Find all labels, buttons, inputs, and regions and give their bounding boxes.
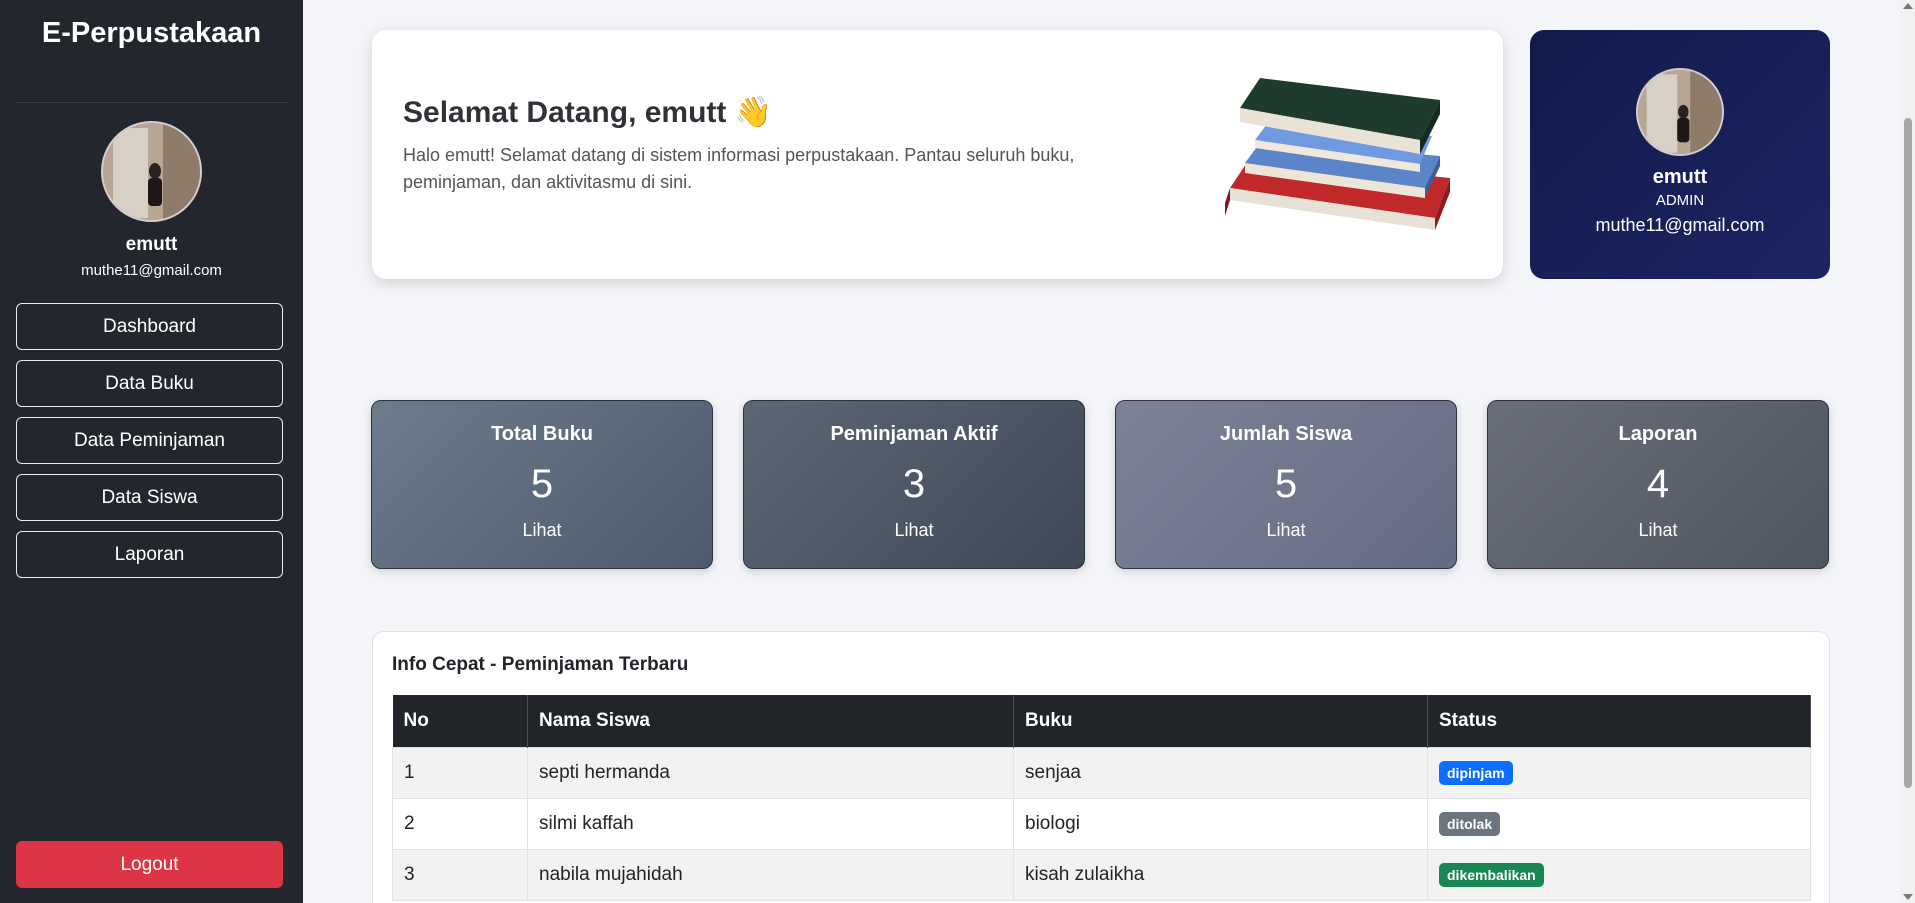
scroll-down-arrow-icon[interactable] xyxy=(1903,894,1913,900)
logout-button[interactable]: Logout xyxy=(16,841,283,888)
column-header: No xyxy=(392,695,528,747)
status-badge: dipinjam xyxy=(1439,760,1513,785)
scroll-thumb[interactable] xyxy=(1904,118,1912,788)
avatar xyxy=(101,121,202,222)
cell-no: 2 xyxy=(392,797,528,850)
sidebar-user-name: emutt xyxy=(125,234,178,255)
welcome-card: Selamat Datang, emutt 👋 Halo emutt! Sela… xyxy=(372,30,1503,279)
stat-value: 4 xyxy=(1646,462,1670,506)
sidebar-item-data-peminjaman[interactable]: Data Peminjaman xyxy=(16,417,283,464)
cell-nama-siswa: nabila mujahidah xyxy=(527,848,1014,901)
table-row: 3 nabila mujahidah kisah zulaikha dikemb… xyxy=(392,848,1811,901)
sidebar: E-Perpustakaan emutt muthe11@gmail.com D… xyxy=(0,0,303,903)
profile-avatar xyxy=(1636,68,1724,156)
cell-status: dikembalikan xyxy=(1427,848,1811,901)
cell-nama-siswa: silmi kaffah xyxy=(527,797,1014,850)
stat-title: Peminjaman Aktif xyxy=(830,423,998,445)
stat-title: Jumlah Siswa xyxy=(1219,423,1353,445)
sidebar-item-data-siswa[interactable]: Data Siswa xyxy=(16,474,283,521)
cell-buku: kisah zulaikha xyxy=(1013,848,1428,901)
column-header: Status xyxy=(1427,695,1811,747)
stat-title: Laporan xyxy=(1618,423,1698,445)
stat-card-total-buku: Total Buku 5 Lihat xyxy=(371,400,713,569)
stat-link[interactable]: Lihat xyxy=(1116,520,1456,541)
sidebar-item-data-buku[interactable]: Data Buku xyxy=(16,360,283,407)
table-header-row: No Nama Siswa Buku Status xyxy=(392,695,1811,747)
column-header: Buku xyxy=(1013,695,1428,747)
stat-value: 5 xyxy=(530,462,554,506)
cell-buku: biologi xyxy=(1013,797,1428,850)
welcome-text: Halo emutt! Selamat datang di sistem inf… xyxy=(403,145,1075,192)
book-stack-image xyxy=(1225,78,1450,230)
stat-link[interactable]: Lihat xyxy=(372,520,712,541)
table-row: 1 septi hermanda senjaa dipinjam xyxy=(392,746,1811,799)
sidebar-user-email: muthe11@gmail.com xyxy=(81,262,222,279)
stat-card-jumlah-siswa: Jumlah Siswa 5 Lihat xyxy=(1115,400,1457,569)
welcome-title: Selamat Datang, emutt 👋 xyxy=(403,96,773,129)
profile-card: emutt ADMIN muthe11@gmail.com xyxy=(1530,30,1830,279)
recent-loans-card: Info Cepat - Peminjaman Terbaru No Nama … xyxy=(372,631,1830,903)
stat-link[interactable]: Lihat xyxy=(744,520,1084,541)
profile-email: muthe11@gmail.com xyxy=(1595,215,1765,235)
cell-status: ditolak xyxy=(1427,797,1811,850)
stat-card-peminjaman-aktif: Peminjaman Aktif 3 Lihat xyxy=(743,400,1085,569)
cell-status: dipinjam xyxy=(1427,746,1811,799)
stat-card-laporan: Laporan 4 Lihat xyxy=(1487,400,1829,569)
status-badge: dikembalikan xyxy=(1439,862,1544,887)
status-badge: ditolak xyxy=(1439,811,1501,836)
scroll-up-arrow-icon[interactable] xyxy=(1903,3,1913,9)
profile-role: ADMIN xyxy=(1655,192,1705,209)
sidebar-item-laporan[interactable]: Laporan xyxy=(16,531,283,578)
brand-title: E-Perpustakaan xyxy=(16,0,287,103)
cell-buku: senjaa xyxy=(1013,746,1428,799)
sidebar-nav: Dashboard Data Buku Data Peminjaman Data… xyxy=(16,303,287,578)
stat-value: 5 xyxy=(1274,462,1298,506)
stat-title: Total Buku xyxy=(491,423,593,445)
page-scrollbar[interactable] xyxy=(1900,0,1915,903)
sidebar-item-dashboard[interactable]: Dashboard xyxy=(16,303,283,350)
recent-loans-title: Info Cepat - Peminjaman Terbaru xyxy=(392,654,689,675)
cell-no: 1 xyxy=(392,746,528,799)
cell-nama-siswa: septi hermanda xyxy=(527,746,1014,799)
column-header: Nama Siswa xyxy=(527,695,1014,747)
table-row: 2 silmi kaffah biologi ditolak xyxy=(392,797,1811,850)
cell-no: 3 xyxy=(392,848,528,901)
recent-loans-table: No Nama Siswa Buku Status 1 septi herman… xyxy=(392,695,1811,901)
stat-value: 3 xyxy=(902,462,926,506)
stat-link[interactable]: Lihat xyxy=(1488,520,1828,541)
profile-name: emutt xyxy=(1652,166,1708,188)
